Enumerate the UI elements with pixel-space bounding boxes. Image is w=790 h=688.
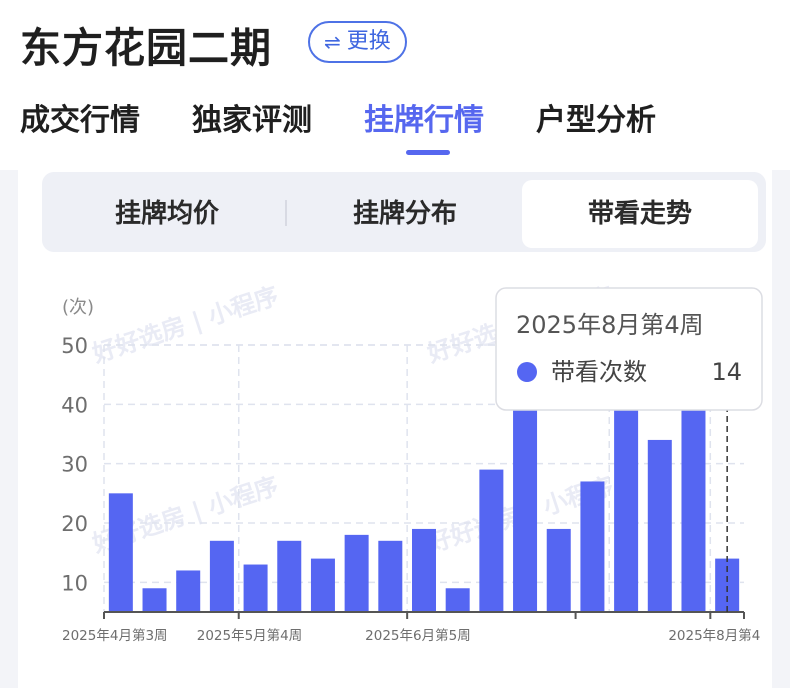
tooltip-box bbox=[495, 287, 763, 411]
viewing-trend-chart[interactable]: (次) 10 20 30 40 50 2025年4月第3周 2025年5月第4周 2025年6月… bbox=[18, 170, 772, 688]
bar bbox=[142, 588, 167, 612]
active-tab-indicator bbox=[406, 150, 450, 155]
switch-button-label: 更换 bbox=[346, 29, 391, 54]
bar bbox=[108, 493, 133, 612]
switch-community-button[interactable]: ⇌ 更换 bbox=[308, 21, 407, 63]
bar bbox=[243, 564, 268, 612]
bar bbox=[479, 469, 504, 612]
bar bbox=[681, 392, 706, 612]
tooltip-title: 2025年8月第4周 bbox=[516, 311, 704, 339]
tooltip-value: 14 bbox=[711, 358, 742, 386]
tab-exclusive-review[interactable]: 独家评测 bbox=[192, 98, 312, 148]
bar bbox=[310, 558, 335, 612]
x-tick-label: 2025年5月第4周 bbox=[197, 627, 303, 644]
tooltip-series-label: 带看次数 bbox=[551, 358, 647, 386]
x-tick-label: 2025年6月第5周 bbox=[365, 627, 471, 644]
bar bbox=[412, 528, 436, 612]
bar bbox=[209, 540, 234, 612]
tab-layout-analysis[interactable]: 户型分析 bbox=[536, 98, 656, 148]
x-tick-label: 2025年4月第3周 bbox=[62, 627, 168, 644]
bar bbox=[378, 540, 403, 612]
y-tick-label: 10 bbox=[61, 571, 88, 595]
bar bbox=[647, 439, 672, 612]
bar bbox=[445, 588, 470, 612]
chart-card: 挂牌均价 挂牌分布 带看走势 好好选房 | 小程序 好好选房 | 小程序 好好选… bbox=[18, 170, 772, 688]
tab-listing-market[interactable]: 挂牌行情 bbox=[364, 98, 484, 148]
main-tabs: 成交行情 独家评测 挂牌行情 户型分析 bbox=[0, 98, 790, 158]
bar bbox=[176, 570, 201, 612]
bar bbox=[546, 528, 571, 612]
y-tick-label: 30 bbox=[61, 453, 88, 477]
bar bbox=[580, 481, 605, 612]
bar bbox=[344, 534, 369, 612]
y-tick-label: 50 bbox=[61, 334, 88, 358]
tab-deal-market[interactable]: 成交行情 bbox=[20, 98, 140, 148]
swap-arrows-icon: ⇌ bbox=[324, 30, 341, 54]
y-axis-label: (次) bbox=[62, 297, 94, 318]
bar bbox=[277, 540, 302, 612]
bar bbox=[513, 386, 538, 612]
page-title: 东方花园二期 bbox=[20, 24, 272, 72]
x-tick-label: 2025年8月第4 bbox=[668, 627, 760, 644]
y-tick-label: 20 bbox=[61, 512, 88, 536]
y-tick-label: 40 bbox=[61, 393, 88, 417]
page-header: 东方花园二期 ⇌ 更换 成交行情 独家评测 挂牌行情 户型分析 bbox=[0, 0, 790, 170]
tooltip-series-dot bbox=[517, 362, 537, 382]
